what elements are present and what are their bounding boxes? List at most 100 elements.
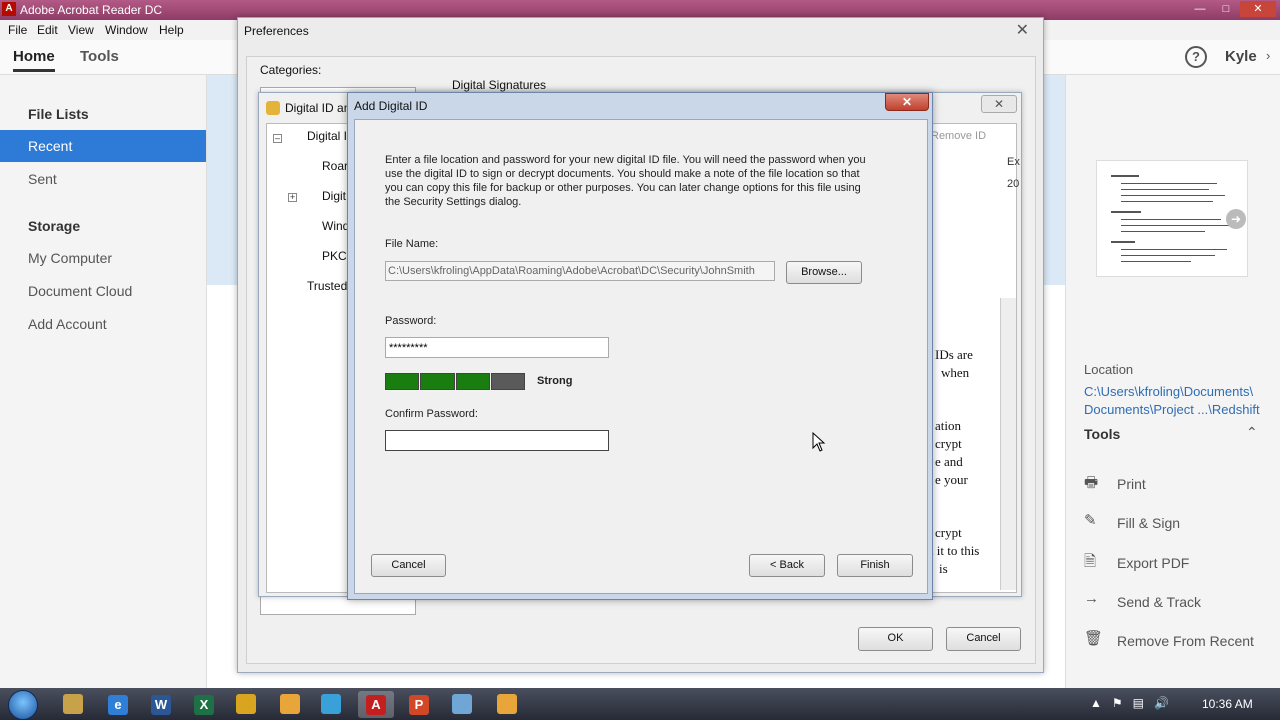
acrobat-icon[interactable]: A — [358, 691, 394, 718]
pen-icon: ✎ — [1084, 512, 1097, 529]
tools-heading: Tools — [1084, 426, 1121, 442]
app-icon[interactable] — [489, 691, 525, 718]
clock[interactable]: 10:36 AM — [1202, 697, 1253, 711]
tool-remove-from-recent[interactable]: 🗑 Remove From Recent — [1084, 629, 1274, 657]
location-path-line[interactable]: C:\Users\kfroling\Documents\ — [1084, 383, 1274, 401]
menu-window[interactable]: Window — [105, 23, 148, 37]
nav-item-document-cloud[interactable]: Document Cloud — [0, 275, 206, 307]
tree-item-roaming[interactable]: Roar — [322, 159, 348, 173]
acrobat-icon: A — [2, 2, 16, 16]
tool-send-track[interactable]: → Send & Track — [1084, 590, 1274, 618]
password-field[interactable] — [385, 337, 609, 358]
browse-button[interactable]: Browse... — [786, 261, 862, 284]
digital-signatures-label: Digital Signatures — [452, 78, 547, 92]
add-digital-id-title: Add Digital ID — [354, 99, 428, 113]
storage-heading: Storage — [28, 218, 81, 234]
menu-file[interactable]: File — [8, 23, 27, 37]
send-arrow-icon: → — [1084, 590, 1099, 607]
ok-button[interactable]: OK — [858, 627, 933, 651]
tree-item-windows[interactable]: Wind — [322, 219, 349, 233]
window-controls: — □ ✕ — [1188, 1, 1276, 17]
flag-icon[interactable]: ⚑ — [1112, 696, 1123, 710]
nav-item-add-account[interactable]: Add Account — [0, 308, 206, 340]
excel-icon[interactable]: X — [186, 691, 222, 718]
location-label: Location — [1084, 362, 1134, 377]
minimize-icon[interactable]: — — [1188, 1, 1212, 17]
tool-label: Export PDF — [1117, 555, 1190, 571]
close-icon[interactable]: ✕ — [1016, 20, 1029, 40]
tool-label: Fill & Sign — [1117, 515, 1181, 531]
action-center-icon[interactable]: ▲ — [1090, 696, 1102, 710]
tree-item-digital-ids[interactable]: Digital I — [307, 129, 347, 143]
back-button[interactable]: < Back — [749, 554, 825, 577]
tab-tools[interactable]: Tools — [80, 48, 119, 65]
app-title: Adobe Acrobat Reader DC — [20, 3, 163, 17]
tool-label: Send & Track — [1117, 594, 1202, 610]
chrome-icon[interactable] — [228, 691, 264, 718]
expand-icon[interactable]: + — [288, 193, 297, 202]
user-name[interactable]: Kyle — [1225, 48, 1257, 65]
file-name-field[interactable] — [385, 261, 775, 281]
strength-segment — [490, 373, 525, 390]
notepad-icon[interactable] — [444, 691, 480, 718]
ie-icon[interactable]: e — [100, 691, 136, 718]
tool-print[interactable]: 🖶 Print — [1084, 472, 1274, 500]
menu-view[interactable]: View — [68, 23, 94, 37]
tool-fill-sign[interactable]: ✎ Fill & Sign — [1084, 511, 1274, 539]
remove-id-button[interactable]: Remove ID — [931, 130, 986, 142]
finish-button[interactable]: Finish — [837, 554, 913, 577]
tree-item-digital-id-files[interactable]: Digit — [322, 189, 346, 203]
collapse-icon[interactable]: – — [273, 134, 282, 143]
word-icon[interactable]: W — [143, 691, 179, 718]
tool-label: Remove From Recent — [1117, 633, 1254, 649]
cancel-button[interactable]: Cancel — [371, 554, 446, 577]
start-button[interactable] — [8, 690, 38, 720]
close-icon[interactable]: ✕ — [885, 93, 929, 111]
close-icon[interactable]: ✕ — [1240, 1, 1276, 17]
help-text-fragment: is — [939, 561, 948, 576]
nav-item-recent[interactable]: Recent — [0, 130, 206, 162]
tool-export-pdf[interactable]: 🗎 Export PDF — [1084, 551, 1274, 579]
confirm-password-label: Confirm Password: — [385, 408, 478, 420]
printer-icon: 🖶 — [1084, 474, 1099, 491]
strength-segment — [455, 373, 490, 390]
tree-item-trusted[interactable]: Trusted — [307, 279, 347, 293]
globe-icon[interactable] — [313, 691, 349, 718]
expires-value: 20 — [1007, 178, 1020, 190]
preferences-cancel-button[interactable]: Cancel — [946, 627, 1021, 651]
digital-id-title: Digital ID an — [285, 101, 351, 115]
scrollbar[interactable] — [1000, 298, 1016, 590]
chevron-up-icon[interactable]: ⌃ — [1246, 424, 1258, 441]
help-icon[interactable]: ? — [1185, 46, 1207, 68]
file-lists-heading: File Lists — [28, 106, 89, 122]
close-icon[interactable]: ✕ — [981, 95, 1017, 113]
chevron-right-icon[interactable]: › — [1266, 48, 1270, 63]
mouse-cursor-icon — [812, 432, 826, 452]
menu-help[interactable]: Help — [159, 23, 184, 37]
arrow-right-icon[interactable]: ➜ — [1226, 209, 1246, 229]
column-header-expires: Ex — [1007, 156, 1020, 168]
system-tray: ▲ ⚑ ▤ 🔊 — [1090, 696, 1169, 710]
confirm-password-field[interactable] — [385, 430, 609, 451]
nav-item-my-computer[interactable]: My Computer — [0, 242, 206, 274]
digital-id-tree: – Digital I Roar + Digit Wind PKCS Trust… — [266, 123, 355, 593]
location-path-line[interactable]: Documents\Project ...\Redshift — [1084, 401, 1274, 419]
maximize-icon[interactable]: □ — [1214, 1, 1238, 17]
add-digital-id-dialog: Add Digital ID ✕ Enter a file location a… — [347, 92, 933, 600]
powerpoint-icon[interactable]: P — [401, 691, 437, 718]
network-icon[interactable]: ▤ — [1133, 696, 1144, 710]
nav-item-sent[interactable]: Sent — [0, 163, 206, 195]
help-text-fragment: d it to this — [927, 543, 980, 558]
explorer-icon[interactable] — [55, 691, 91, 718]
strength-segment — [420, 373, 455, 390]
left-nav: File Lists Recent Sent Storage My Comput… — [0, 75, 207, 688]
strength-segment — [385, 373, 420, 390]
export-pdf-icon: 🗎 — [1084, 553, 1097, 570]
app-icon[interactable] — [272, 691, 308, 718]
tab-home[interactable]: Home — [13, 48, 55, 72]
location-path[interactable]: C:\Users\kfroling\Documents\ Documents\P… — [1084, 383, 1274, 419]
add-digital-id-body: Enter a file location and password for y… — [354, 119, 928, 594]
volume-icon[interactable]: 🔊 — [1154, 696, 1169, 710]
menu-edit[interactable]: Edit — [37, 23, 58, 37]
lock-icon — [266, 101, 280, 115]
